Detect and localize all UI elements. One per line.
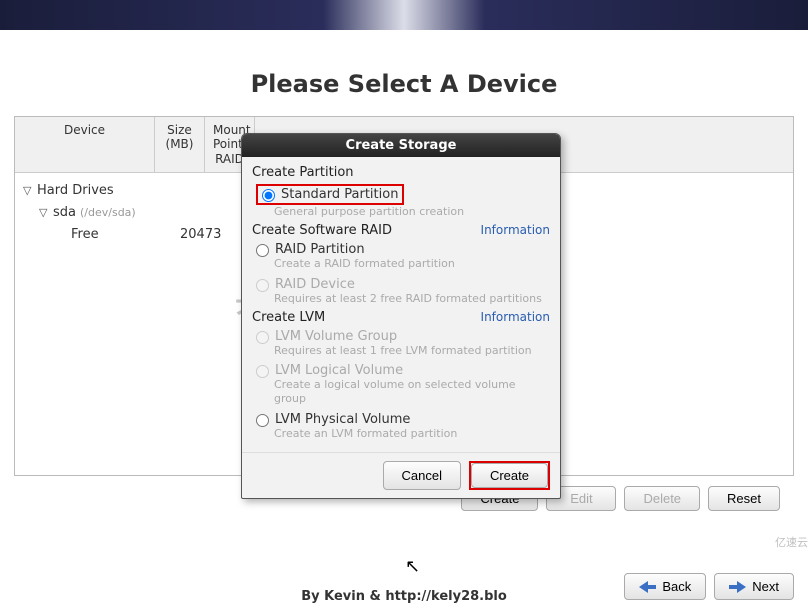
radio-lvm-vg xyxy=(256,331,269,344)
next-button[interactable]: Next xyxy=(714,573,794,600)
section-lvm: Create LVM xyxy=(252,310,325,325)
reset-button[interactable]: Reset xyxy=(708,486,780,511)
back-button[interactable]: Back xyxy=(624,573,706,600)
arrow-right-icon xyxy=(737,581,746,593)
raid-info-link[interactable]: Information xyxy=(481,223,550,238)
watermark-right: 亿速云 xyxy=(775,534,808,550)
create-storage-dialog: Create Storage Create Partition Standard… xyxy=(241,133,561,499)
delete-button: Delete xyxy=(624,486,700,511)
footer-credit: By Kevin & http://kely28.blo xyxy=(301,589,507,604)
cursor-icon: ↖ xyxy=(405,556,420,577)
section-raid: Create Software RAID xyxy=(252,223,392,238)
highlight-standard-partition: Standard Partition xyxy=(256,184,404,205)
cancel-button[interactable]: Cancel xyxy=(383,461,461,490)
radio-standard-partition[interactable] xyxy=(262,189,275,202)
col-size[interactable]: Size (MB) xyxy=(155,117,205,172)
section-partition: Create Partition xyxy=(252,165,354,180)
col-device[interactable]: Device xyxy=(15,117,155,172)
dialog-create-button[interactable]: Create xyxy=(471,463,548,488)
highlight-create-button: Create xyxy=(469,461,550,490)
free-size: 20473 xyxy=(180,227,221,242)
radio-raid-partition[interactable] xyxy=(256,244,269,257)
expand-icon[interactable]: ▽ xyxy=(39,206,53,219)
radio-raid-device xyxy=(256,279,269,292)
lvm-info-link[interactable]: Information xyxy=(481,310,550,325)
expand-icon[interactable]: ▽ xyxy=(23,184,37,197)
installer-top-bar xyxy=(0,0,808,30)
arrow-left-icon xyxy=(639,581,648,593)
dialog-title: Create Storage xyxy=(242,134,560,157)
page-title: Please Select A Device xyxy=(14,70,794,98)
radio-lvm-pv[interactable] xyxy=(256,414,269,427)
radio-lvm-lv xyxy=(256,365,269,378)
